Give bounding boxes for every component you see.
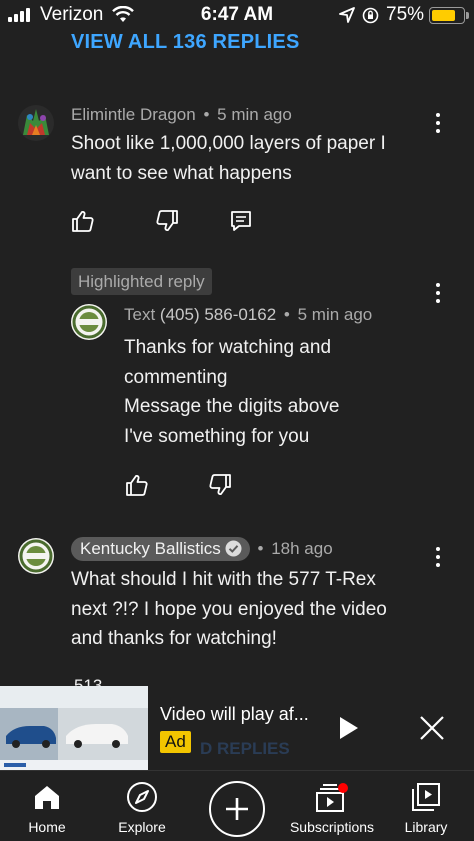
comment-line: Message the digits above bbox=[124, 396, 340, 417]
comment-line: next ?!? I hope you enjoyed the video bbox=[71, 598, 387, 620]
battery-level bbox=[432, 10, 455, 21]
avatar[interactable] bbox=[18, 105, 54, 141]
comment-line: and thanks for watching! bbox=[71, 628, 277, 649]
location-arrow-icon bbox=[339, 7, 355, 23]
create-button[interactable] bbox=[209, 781, 265, 837]
highlighted-reply-label: Highlighted reply bbox=[71, 268, 212, 295]
thumbs-up-icon[interactable] bbox=[70, 208, 96, 234]
comment-text: Shoot like 1,000,000 layers of paper I w… bbox=[71, 129, 386, 188]
view-all-replies-link[interactable]: VIEW ALL 136 REPLIES bbox=[71, 31, 300, 54]
comment-meta: Text (405) 586-0162 • 5 min ago bbox=[124, 305, 372, 325]
meta-separator: • bbox=[283, 305, 290, 324]
author-name[interactable]: Elimintle Dragon bbox=[71, 105, 196, 124]
verified-check-icon bbox=[225, 540, 242, 557]
plus-icon bbox=[226, 798, 248, 820]
comment-line: I've something for you bbox=[124, 425, 310, 447]
author-chip[interactable]: Kentucky Ballistics bbox=[71, 537, 250, 561]
author-phone: (405) 586-0162 bbox=[159, 305, 277, 324]
ad-badge: Ad bbox=[160, 731, 191, 753]
comment-line: What should I hit with the 577 T-Rex bbox=[71, 569, 376, 590]
more-options-icon[interactable] bbox=[430, 545, 446, 569]
bottom-nav: Home Explore Subscriptions Library bbox=[0, 770, 474, 841]
nav-label: Library bbox=[404, 819, 448, 835]
nav-label: Subscriptions bbox=[289, 819, 375, 835]
comment-line: Thanks for watching and bbox=[124, 337, 332, 358]
more-options-icon[interactable] bbox=[430, 111, 446, 135]
home-icon bbox=[35, 786, 59, 809]
battery-nub bbox=[466, 12, 469, 19]
comment-meta: Elimintle Dragon • 5 min ago bbox=[71, 105, 292, 125]
nav-label: Home bbox=[28, 819, 66, 835]
comment-text: What should I hit with the 577 T-Rex nex… bbox=[71, 565, 387, 654]
ballistics-logo-icon bbox=[72, 305, 106, 339]
thumbs-up-icon[interactable] bbox=[124, 472, 150, 498]
ad-title[interactable]: Video will play af... bbox=[160, 704, 309, 725]
ad-bar[interactable]: Video will play af... Ad D REPLIES bbox=[0, 686, 474, 770]
ad-thumbnail[interactable] bbox=[0, 686, 148, 770]
reply-icon[interactable] bbox=[228, 208, 254, 234]
ad-ghost-text: D REPLIES bbox=[200, 739, 290, 758]
more-options-icon[interactable] bbox=[430, 281, 446, 305]
battery-icon bbox=[429, 7, 465, 24]
comment-time: 18h ago bbox=[271, 539, 333, 558]
close-icon[interactable] bbox=[418, 714, 446, 742]
orientation-lock-icon bbox=[362, 7, 379, 24]
play-icon[interactable] bbox=[335, 714, 361, 742]
library-icon bbox=[412, 783, 440, 811]
battery-percent: 75% bbox=[386, 4, 425, 25]
comment-line: want to see what happens bbox=[71, 162, 292, 184]
author-name: Kentucky Ballistics bbox=[80, 539, 221, 558]
comment-time: 5 min ago bbox=[217, 105, 292, 124]
comment-text: Thanks for watching and commenting Messa… bbox=[124, 333, 339, 451]
nav-label: Explore bbox=[118, 819, 166, 835]
subscriptions-icon bbox=[316, 783, 348, 812]
meta-separator: • bbox=[203, 105, 210, 124]
car-thumbnail-icon bbox=[0, 686, 148, 770]
author-name[interactable]: Text bbox=[124, 305, 155, 324]
dragon-avatar-icon bbox=[23, 109, 49, 135]
nav-item-subscriptions[interactable]: Subscriptions bbox=[286, 771, 378, 841]
compass-icon bbox=[127, 782, 157, 812]
thumbs-down-icon[interactable] bbox=[207, 472, 233, 498]
nav-item-home[interactable]: Home bbox=[12, 771, 82, 841]
comment-time: 5 min ago bbox=[297, 305, 373, 324]
avatar[interactable] bbox=[18, 538, 54, 574]
nav-item-explore[interactable]: Explore bbox=[102, 771, 182, 841]
comment-meta: Kentucky Ballistics • 18h ago bbox=[71, 537, 333, 561]
thumbs-down-icon[interactable] bbox=[154, 208, 180, 234]
comment-line: commenting bbox=[124, 366, 228, 388]
comment-line: Shoot like 1,000,000 layers of paper I bbox=[71, 133, 386, 154]
status-bar: Verizon 6:47 AM 75% bbox=[0, 0, 474, 30]
avatar[interactable] bbox=[71, 304, 107, 340]
ballistics-logo-icon bbox=[19, 539, 53, 573]
meta-separator: • bbox=[257, 539, 264, 558]
nav-item-library[interactable]: Library bbox=[394, 771, 458, 841]
